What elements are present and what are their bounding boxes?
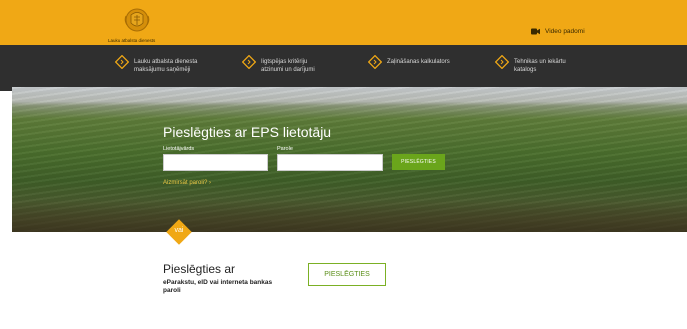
chevron-right-icon [368,55,382,69]
main-nav: Lauku atbalsta dienesta maksājumu saņēmē… [0,45,687,91]
coat-of-arms-icon [124,8,150,32]
logo-caption: Lauku atbalsta dienests [108,38,156,43]
video-tips-label: Video padomi [545,27,585,35]
username-label: Lietotājvārds [163,146,195,152]
or-separator-label: vai [174,227,184,234]
eparaksts-login-button[interactable]: PIESLĒGTIES [308,263,386,286]
video-tips-link[interactable]: Video padomi [531,25,585,37]
login-submit-button[interactable]: PIESLĒGTIES [392,154,445,170]
nav-item-equipment-catalog[interactable]: Tehnikas un iekārtu katalogs [495,55,566,74]
nav-item-label: Tehnikas un iekārtu katalogs [514,59,566,73]
password-label: Parole [277,146,293,152]
nav-item-label: Iigtspējas kritēriju atzinumi un darījum… [261,59,315,73]
login-title: Pieslēgties ar EPS lietotāju [163,124,332,140]
video-camera-icon [531,28,540,34]
site-logo[interactable]: Lauku atbalsta dienests [108,6,168,44]
forgot-password-link[interactable]: Aizmirsāt paroli? › [163,180,211,186]
nav-item-label: Lauku atbalsta dienesta maksājumu saņēmē… [134,59,198,73]
nav-item-greening-calculator[interactable]: Zaļināšanas kalkulators [368,55,450,69]
chevron-right-icon [115,55,129,69]
top-header-bar: Lauku atbalsta dienests Video padomi [0,0,687,45]
alternative-login-subtitle: eParakstu, eID vai interneta bankas paro… [163,279,273,294]
nav-item-label: Zaļināšanas kalkulators [387,59,450,65]
chevron-right-icon [495,55,509,69]
alternative-login-title: Pieslēgties ar [163,262,236,276]
field-soil-shade [12,200,687,232]
or-separator-badge: vai [165,218,193,246]
password-input[interactable] [277,154,383,171]
chevron-right-icon [242,55,256,69]
username-input[interactable] [163,154,268,171]
nav-item-payment-recipients[interactable]: Lauku atbalsta dienesta maksājumu saņēmē… [115,55,197,74]
nav-item-sustainability-criteria[interactable]: Iigtspējas kritēriju atzinumi un darījum… [242,55,315,74]
